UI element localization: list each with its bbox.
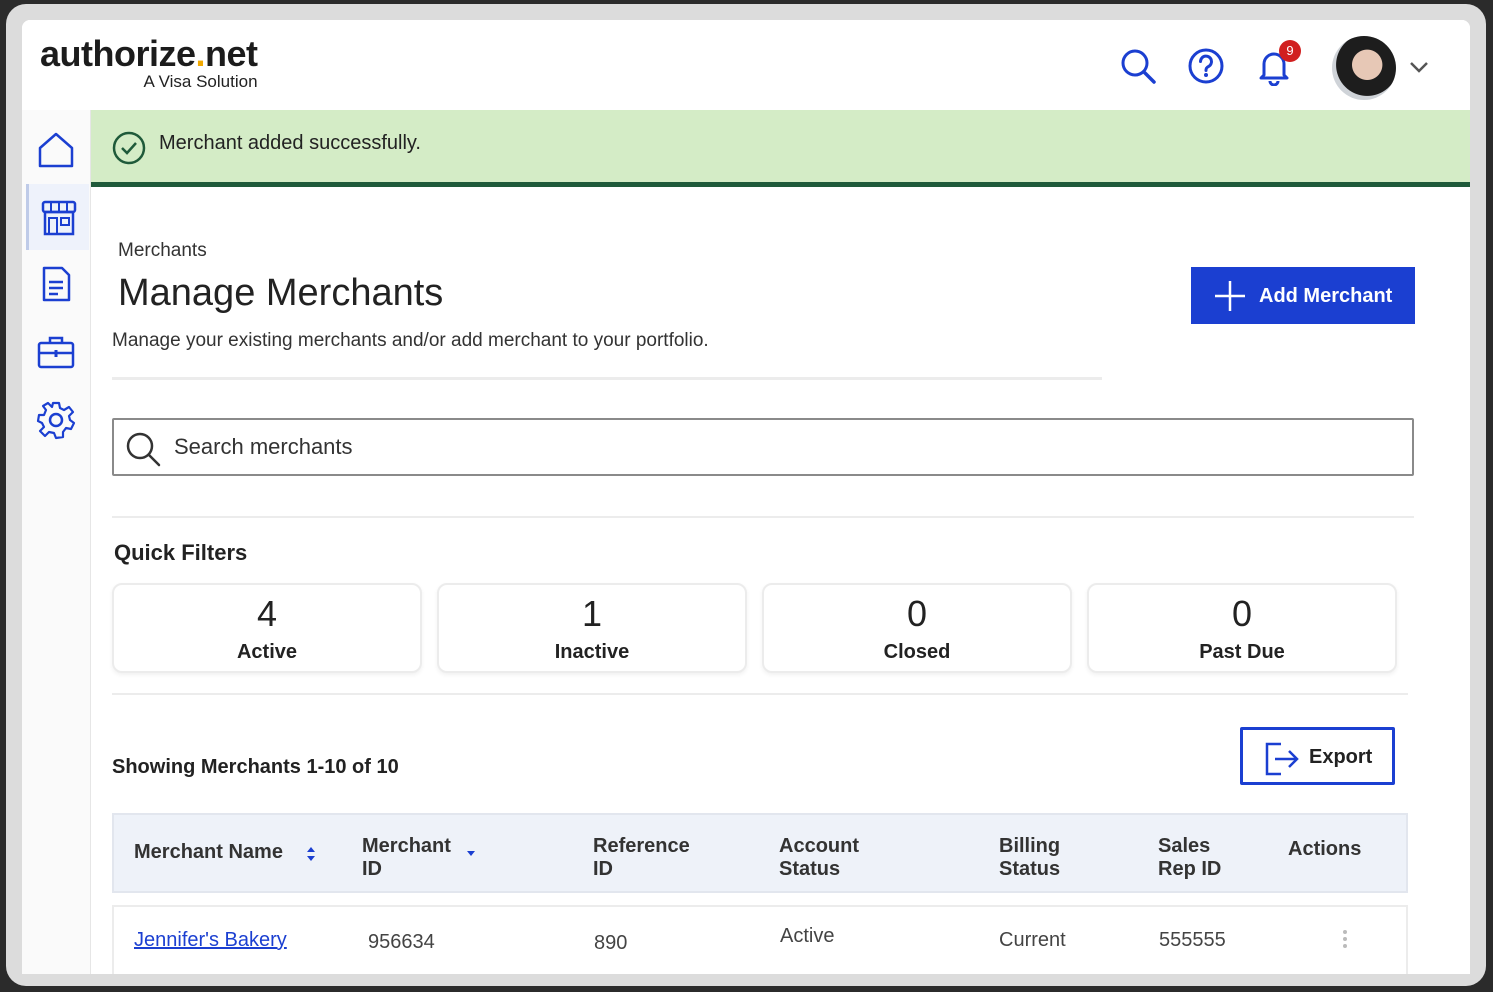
column-header-label: Merchant Name [134, 841, 283, 863]
filter-count: 4 [256, 593, 278, 634]
column-header-sales-rep-id[interactable]: Sales Rep ID [1158, 835, 1221, 881]
window-frame: authorize.net A Visa Solution 9 Merchant… [6, 4, 1486, 986]
table-row: Jennifer's Bakery 956634 890 Active Curr… [112, 905, 1408, 974]
column-header-label: Status [999, 858, 1061, 880]
page-description: Manage your existing merchants and/or ad… [112, 330, 709, 351]
divider [112, 377, 1102, 380]
column-header-label: Merchant [362, 835, 451, 857]
logo-tagline: A Visa Solution [143, 72, 258, 91]
quick-filter-closed[interactable]: 0 Closed [762, 583, 1072, 673]
column-header-merchant-id[interactable]: Merchant ID [362, 835, 451, 881]
filter-count: 0 [1231, 593, 1253, 634]
sidebar-item-portfolio[interactable] [36, 332, 76, 372]
search-box[interactable] [112, 418, 1414, 476]
column-header-label: Status [779, 858, 841, 880]
logo-wordmark: authorize.net [40, 34, 258, 74]
quick-filters-title: Quick Filters [114, 540, 248, 565]
column-header-label: Billing [999, 835, 1061, 857]
merchant-id-cell: 956634 [368, 931, 435, 953]
more-actions-icon[interactable] [1340, 927, 1350, 957]
divider [112, 516, 1414, 518]
column-header-billing-status[interactable]: Billing Status [999, 835, 1060, 881]
logo-text-b: net [205, 33, 258, 74]
user-avatar[interactable] [1332, 36, 1396, 100]
quick-filter-inactive[interactable]: 1 Inactive [437, 583, 747, 673]
sort-down-icon[interactable] [464, 845, 478, 863]
sidebar-nav [22, 110, 91, 974]
divider [112, 693, 1408, 695]
top-header: authorize.net A Visa Solution 9 [22, 20, 1470, 110]
check-circle-icon [111, 130, 147, 171]
search-input[interactable] [172, 429, 1376, 465]
logo-text-a: authorize [40, 33, 196, 74]
filter-label: Closed [883, 641, 951, 663]
column-header-label: ID [362, 858, 382, 880]
sales-rep-id-cell: 555555 [1159, 929, 1226, 951]
filter-label: Past Due [1199, 641, 1285, 663]
filter-label: Active [236, 641, 298, 663]
sort-icon[interactable] [304, 845, 318, 863]
logo-dot: . [195, 33, 206, 74]
column-header-merchant-name[interactable]: Merchant Name [134, 841, 283, 864]
column-header-label: Sales [1158, 835, 1211, 857]
help-icon[interactable] [1186, 46, 1226, 86]
filter-label: Inactive [554, 641, 630, 663]
column-header-label: Account [779, 835, 859, 857]
add-merchant-button[interactable]: Add Merchant [1191, 267, 1415, 324]
notification-badge: 9 [1279, 40, 1301, 62]
filter-count: 1 [581, 593, 603, 634]
column-header-label: Rep ID [1158, 858, 1222, 880]
table-header: Merchant Name Merchant ID Reference ID Acc… [112, 813, 1408, 893]
account-status-cell: Active [780, 925, 835, 947]
plus-icon [1215, 281, 1245, 311]
billing-status-cell: Current [999, 929, 1066, 951]
banner-message: Merchant added successfully. [159, 132, 421, 154]
column-header-reference-id[interactable]: Reference ID [593, 835, 690, 881]
column-header-account-status[interactable]: Account Status [779, 835, 859, 881]
search-icon [126, 432, 161, 467]
add-merchant-label: Add Merchant [1259, 285, 1393, 307]
sidebar-item-home[interactable] [36, 130, 76, 170]
export-button[interactable]: Export [1240, 727, 1395, 785]
success-banner: Merchant added successfully. [91, 110, 1470, 187]
chevron-down-icon[interactable] [1406, 54, 1432, 80]
search-icon[interactable] [1118, 46, 1158, 86]
app-container: authorize.net A Visa Solution 9 Merchant… [22, 20, 1470, 974]
merchant-name-link[interactable]: Jennifer's Bakery [134, 929, 287, 952]
results-count: Showing Merchants 1-10 of 10 [112, 756, 399, 778]
sidebar-item-reports[interactable] [36, 264, 76, 304]
page-title: Manage Merchants [118, 272, 444, 314]
quick-filter-active[interactable]: 4 Active [112, 583, 422, 673]
breadcrumb[interactable]: Merchants [118, 240, 207, 262]
export-icon [1265, 742, 1299, 776]
column-header-label: ID [593, 858, 613, 880]
quick-filter-past-due[interactable]: 0 Past Due [1087, 583, 1397, 673]
export-label: Export [1309, 746, 1373, 768]
reference-id-cell: 890 [594, 932, 628, 954]
authorize-net-logo[interactable]: authorize.net A Visa Solution [40, 34, 258, 92]
column-header-actions: Actions [1288, 838, 1361, 861]
column-header-label: Reference [593, 835, 690, 857]
column-header-label: Actions [1288, 838, 1362, 860]
sidebar-item-merchants[interactable] [26, 184, 89, 250]
filter-count: 0 [906, 593, 928, 634]
sidebar-item-settings[interactable] [36, 400, 76, 440]
